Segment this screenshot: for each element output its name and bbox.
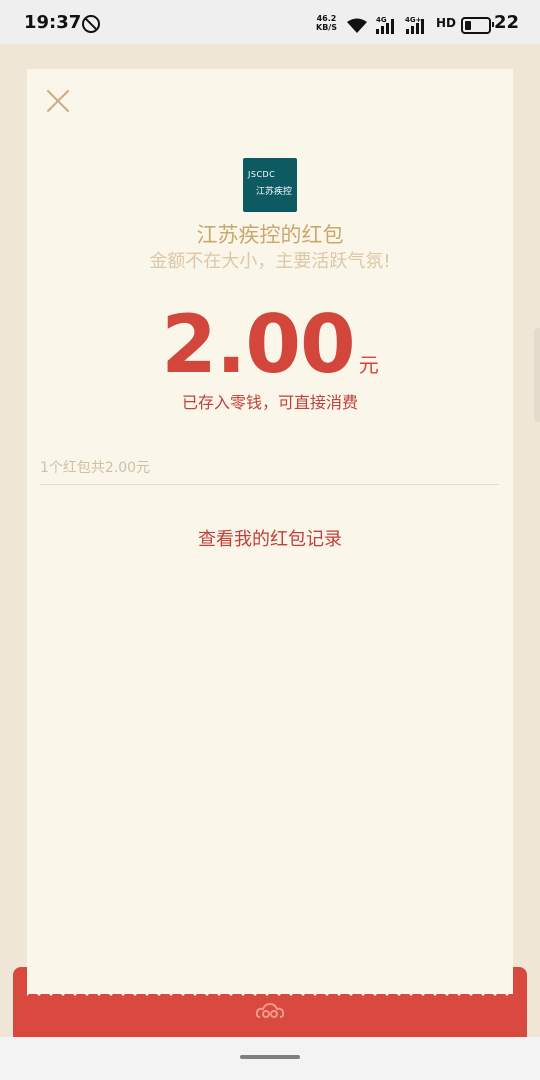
amount-unit: 元 (358, 353, 379, 377)
status-time: 19:37 (24, 12, 82, 33)
sender-avatar: JSCDC 江苏疾控 (243, 158, 297, 212)
status-bar: 19:37 46.2 KB/S 4G 4G+ HD 22 (0, 0, 540, 44)
amount-display: 2.00 元 (0, 298, 540, 391)
svg-text:4G+: 4G+ (405, 16, 422, 24)
packet-summary: 1个红包共2.00元 (40, 460, 151, 476)
network-speed-value: 46.2 (316, 14, 337, 23)
view-records-link[interactable]: 查看我的红包记录 (0, 525, 540, 551)
amount-value: 2.00 (161, 298, 355, 391)
avatar-logo-line1: JSCDC (248, 170, 276, 179)
avatar-logo-line2: 江苏疾控 (256, 187, 293, 197)
signal-sim1-icon: 4G (376, 16, 394, 34)
battery-icon (461, 17, 494, 34)
wish-message: 金额不在大小，主要活跃气氛! (149, 251, 391, 272)
signal-sim2-icon: 4G+ (405, 16, 424, 34)
sender-title: 江苏疾控的红包 (196, 223, 344, 247)
home-gesture-handle[interactable] (240, 1055, 300, 1059)
wifi-icon (347, 18, 367, 33)
saved-to-balance-note: 已存入零钱，可直接消费 (181, 393, 358, 412)
divider (40, 484, 499, 485)
system-nav-bar (0, 1037, 540, 1080)
do-not-disturb-icon (82, 15, 100, 33)
battery-level: 22 (494, 12, 520, 33)
cloud-ornament-icon (256, 1003, 284, 1018)
network-speed-unit: KB/S (316, 23, 337, 32)
hd-voice-icon: HD (436, 16, 457, 30)
network-speed: 46.2 KB/S (316, 14, 337, 32)
svg-text:4G: 4G (376, 16, 387, 24)
close-icon[interactable] (45, 88, 71, 114)
card-zigzag-edge (27, 984, 513, 996)
